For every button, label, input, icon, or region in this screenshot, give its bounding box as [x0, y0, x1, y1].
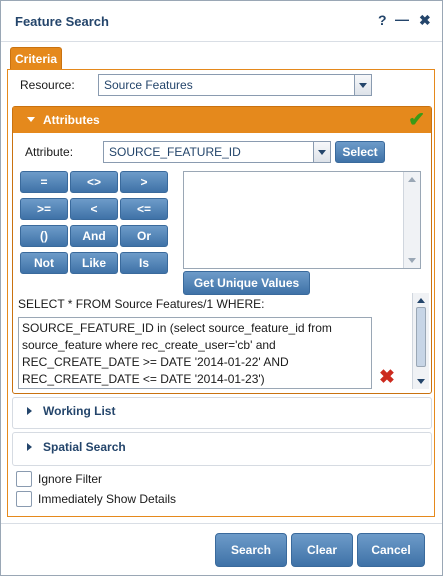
operator-less-equal-button[interactable]: <= — [120, 198, 168, 220]
help-icon[interactable]: ? — [378, 12, 387, 28]
spatial-search-title: Spatial Search — [43, 440, 126, 454]
ignore-filter-label: Ignore Filter — [38, 472, 103, 486]
spatial-search-header[interactable]: Spatial Search — [13, 433, 431, 459]
show-details-checkbox[interactable] — [16, 491, 32, 507]
operator-or-button[interactable]: Or — [120, 225, 168, 247]
working-list-header[interactable]: Working List — [13, 398, 431, 424]
close-icon[interactable]: ✖ — [419, 12, 431, 28]
attribute-select[interactable]: SOURCE_FEATURE_ID — [103, 141, 331, 163]
query-line: REC_CREATE_DATE >= DATE '2014-01-22' AND — [22, 355, 289, 369]
feature-search-window: Feature Search ? — ✖ Criteria Resource: … — [0, 0, 443, 576]
operator-greater-equal-button[interactable]: >= — [20, 198, 68, 220]
query-line: source_feature where rec_create_user='cb… — [22, 338, 276, 352]
footer-divider — [1, 523, 442, 524]
caret-right-icon — [27, 443, 32, 451]
scroll-up-icon[interactable] — [408, 177, 416, 182]
query-line: SOURCE_FEATURE_ID in (select source_feat… — [22, 321, 332, 335]
check-icon: ✔ — [408, 109, 425, 131]
attributes-section: Attributes ✔ Attribute: SOURCE_FEATURE_I… — [12, 106, 432, 394]
operator-less-button[interactable]: < — [70, 198, 118, 220]
spatial-search-section[interactable]: Spatial Search — [12, 432, 432, 466]
clear-query-icon[interactable]: ✖ — [375, 367, 399, 389]
operator-like-button[interactable]: Like — [70, 252, 118, 274]
query-prefix: SELECT * FROM Source Features/1 WHERE: — [18, 297, 265, 311]
criteria-panel: Resource: Source Features Attributes ✔ A… — [7, 69, 435, 517]
values-scrollbar[interactable] — [403, 172, 420, 268]
resource-label: Resource: — [20, 78, 75, 92]
attributes-title: Attributes — [43, 113, 100, 127]
scroll-thumb[interactable] — [416, 307, 426, 367]
operator-is-button[interactable]: Is — [120, 252, 168, 274]
title-bar[interactable]: Feature Search ? — ✖ — [1, 1, 442, 42]
operator-and-button[interactable]: And — [70, 225, 118, 247]
select-button[interactable]: Select — [335, 141, 385, 163]
caret-down-icon — [27, 117, 35, 122]
clear-button[interactable]: Clear — [291, 533, 353, 567]
scroll-down-icon[interactable] — [417, 379, 425, 384]
caret-right-icon — [27, 407, 32, 415]
operator-not-equals-button[interactable]: <> — [70, 171, 118, 193]
show-details-label: Immediately Show Details — [38, 492, 177, 506]
window-title: Feature Search — [15, 14, 109, 29]
scroll-down-icon[interactable] — [408, 258, 416, 263]
get-unique-values-button[interactable]: Get Unique Values — [183, 271, 310, 295]
attributes-header[interactable]: Attributes ✔ — [13, 107, 431, 133]
resource-select[interactable]: Source Features — [98, 74, 372, 96]
operator-parens-button[interactable]: () — [20, 225, 68, 247]
attribute-label: Attribute: — [25, 145, 74, 159]
working-list-title: Working List — [43, 404, 116, 418]
search-button[interactable]: Search — [215, 533, 287, 567]
chevron-down-icon[interactable] — [313, 142, 330, 162]
tab-criteria[interactable]: Criteria — [10, 47, 62, 70]
query-textarea[interactable]: SOURCE_FEATURE_ID in (select source_feat… — [18, 317, 372, 389]
operator-greater-button[interactable]: > — [120, 171, 168, 193]
query-scrollbar[interactable] — [412, 293, 429, 389]
chevron-down-icon[interactable] — [354, 75, 371, 95]
unique-values-list[interactable] — [183, 171, 421, 269]
operator-equals-button[interactable]: = — [20, 171, 68, 193]
operator-not-button[interactable]: Not — [20, 252, 68, 274]
scroll-up-icon[interactable] — [417, 298, 425, 303]
attribute-value: SOURCE_FEATURE_ID — [109, 145, 241, 159]
minimize-icon[interactable]: — — [395, 11, 409, 27]
resource-value: Source Features — [104, 78, 193, 92]
query-line: REC_CREATE_DATE <= DATE '2014-01-23') — [22, 372, 265, 386]
ignore-filter-checkbox[interactable] — [16, 471, 32, 487]
working-list-section[interactable]: Working List — [12, 397, 432, 429]
cancel-button[interactable]: Cancel — [357, 533, 425, 567]
